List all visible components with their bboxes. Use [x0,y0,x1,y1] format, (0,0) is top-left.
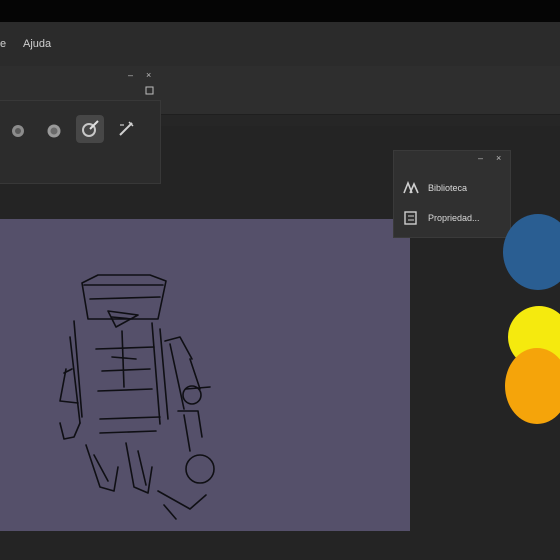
brush-tool-button[interactable] [4,117,32,145]
options-expand-icon[interactable] [145,86,154,97]
docker-item-library-label: Biblioteca [428,183,468,193]
docker-close-button[interactable]: × [496,153,501,163]
sketch-drawing [59,274,215,520]
options-close-button[interactable]: × [146,70,151,80]
library-docker-panel: – × Biblioteca Propriedad... [393,150,511,238]
docker-item-properties-label: Propriedad... [428,213,480,223]
library-icon [403,180,419,194]
docker-item-library[interactable]: Biblioteca [402,177,506,199]
menu-item-partial[interactable]: e [0,38,6,50]
gear-brush-icon [12,125,24,137]
color-swatch-orange[interactable] [505,348,560,424]
blend-icon [47,124,61,138]
properties-icon [404,211,417,225]
docker-minimize-button[interactable]: – [478,153,483,163]
drawing-canvas[interactable] [0,219,410,531]
toolbox-panel [0,100,161,184]
blend-tool-button[interactable] [40,117,68,145]
menu-item-help[interactable]: Ajuda [23,38,51,50]
wand-icon [119,121,134,136]
paint-brush-icon [82,120,99,137]
app-window: e Ajuda – × – × Biblioteca Propriedad... [0,22,560,560]
paint-tool-button[interactable] [76,115,104,143]
transform-tool-button[interactable] [112,115,140,143]
menu-bar: e Ajuda [0,22,560,67]
options-minimize-button[interactable]: – [128,70,133,80]
docker-item-properties[interactable]: Propriedad... [402,207,506,229]
